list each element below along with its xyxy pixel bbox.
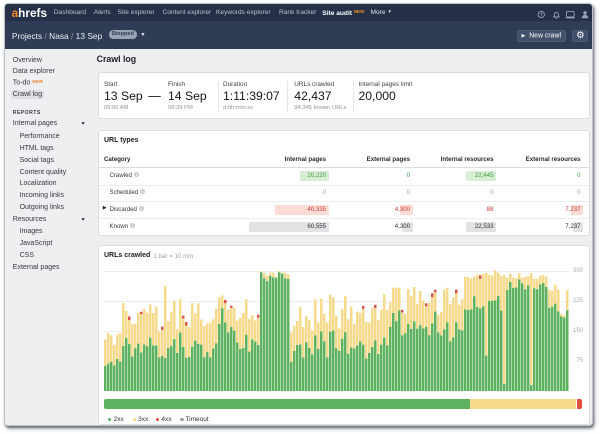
svg-text:?: ? xyxy=(540,12,543,18)
